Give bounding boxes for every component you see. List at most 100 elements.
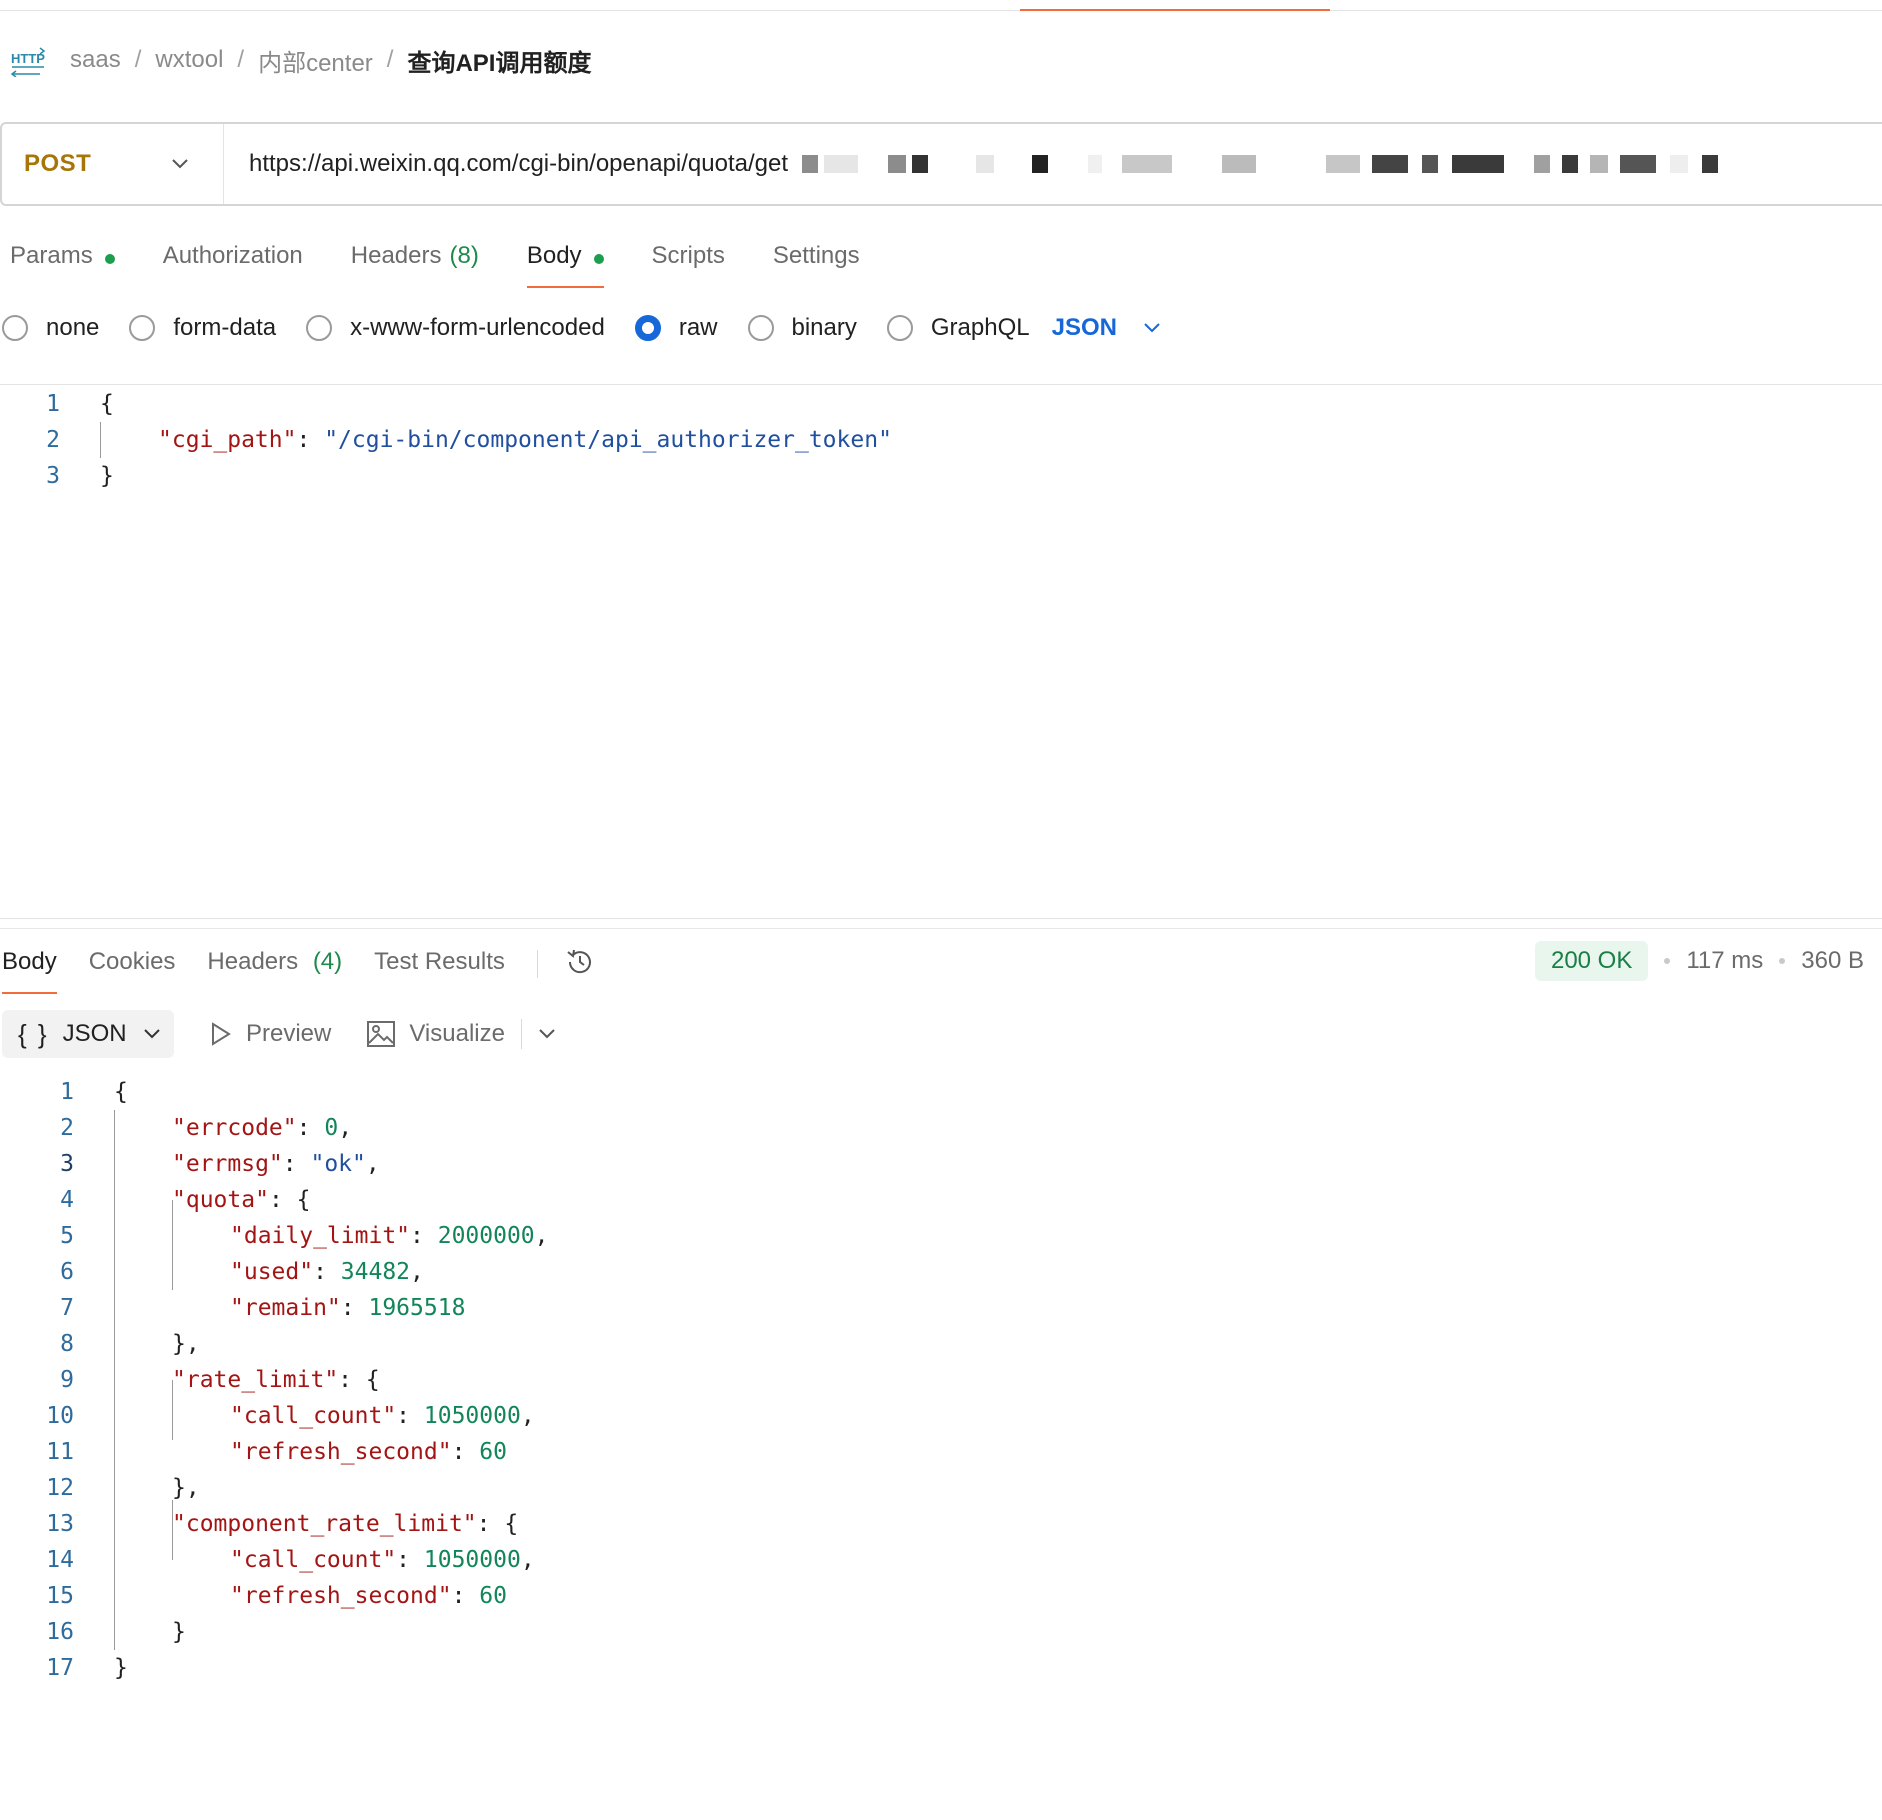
tab-cookies[interactable]: Cookies bbox=[89, 944, 176, 996]
breadcrumb-item-saas[interactable]: saas bbox=[70, 46, 121, 74]
tab-headers-label: Headers bbox=[350, 242, 442, 269]
params-active-dot bbox=[104, 254, 115, 264]
breadcrumb-item-wxtool[interactable]: wxtool bbox=[155, 46, 223, 74]
radio-button[interactable] bbox=[2, 315, 28, 341]
json-key: "refresh_second" bbox=[230, 1583, 452, 1609]
code-line: 3 "errmsg": "ok", bbox=[0, 1146, 380, 1182]
code-line: 10 "call_count": 1050000, bbox=[0, 1398, 535, 1434]
breadcrumb-item-center[interactable]: 内部center bbox=[258, 43, 373, 78]
json-key: "rate_limit" bbox=[172, 1367, 339, 1393]
json-brace: }, bbox=[172, 1331, 200, 1357]
radio-button[interactable] bbox=[747, 315, 774, 341]
radio-none[interactable]: none bbox=[2, 314, 99, 342]
response-body-viewer[interactable]: 1 { 2 "errcode": 0, 3 "errmsg": "ok", 4 … bbox=[0, 1074, 1882, 1694]
json-number: 2000000 bbox=[437, 1223, 535, 1249]
json-key: "call_count" bbox=[230, 1547, 397, 1573]
radio-button-checked[interactable] bbox=[634, 315, 661, 341]
chevron-down-icon[interactable] bbox=[538, 1028, 556, 1040]
code-line: 17 } bbox=[0, 1650, 128, 1686]
tab-settings[interactable]: Settings bbox=[773, 236, 860, 296]
line-number: 3 bbox=[60, 1151, 74, 1177]
divider bbox=[0, 928, 1882, 929]
status-badge[interactable]: 200 OK bbox=[1534, 941, 1649, 981]
chevron-down-icon bbox=[172, 159, 188, 169]
tab-headers[interactable]: Headers (8) bbox=[351, 236, 479, 296]
raw-language-select[interactable]: JSON bbox=[1052, 314, 1161, 342]
breadcrumb-separator: / bbox=[386, 46, 394, 73]
preview-label: Preview bbox=[246, 1020, 332, 1047]
url-input[interactable]: https://api.weixin.qq.com/cgi-bin/openap… bbox=[224, 150, 788, 178]
line-number: 10 bbox=[46, 1403, 74, 1429]
top-border bbox=[0, 10, 1882, 11]
json-colon: : bbox=[313, 1259, 341, 1285]
json-number: 34482 bbox=[340, 1259, 411, 1285]
redacted-url-segment bbox=[802, 124, 1724, 204]
tab-scripts[interactable]: Scripts bbox=[652, 236, 725, 296]
play-icon bbox=[212, 1022, 231, 1046]
tab-params[interactable]: Params bbox=[10, 236, 115, 296]
json-comma: , bbox=[520, 1547, 535, 1573]
line-number: 2 bbox=[46, 427, 60, 453]
code-line: 1 { bbox=[0, 386, 114, 422]
code-line: 2 "cgi_path": "/cgi-bin/component/api_au… bbox=[0, 422, 892, 458]
radio-button[interactable] bbox=[306, 315, 333, 341]
json-colon: : bbox=[396, 1403, 424, 1429]
json-comma: , bbox=[520, 1403, 535, 1429]
line-number: 7 bbox=[60, 1295, 74, 1321]
response-tabs: Body Cookies Headers (4) Test Results bbox=[2, 944, 596, 996]
response-size[interactable]: 360 B bbox=[1801, 947, 1864, 975]
response-time[interactable]: 117 ms bbox=[1686, 947, 1763, 975]
radio-raw[interactable]: raw bbox=[634, 314, 718, 342]
body-type-radio-group: none form-data x-www-form-urlencoded raw… bbox=[2, 312, 1161, 344]
history-icon[interactable] bbox=[564, 946, 596, 978]
braces-icon: { } bbox=[18, 1018, 49, 1049]
json-colon: : bbox=[296, 1115, 325, 1141]
line-number: 1 bbox=[46, 391, 60, 417]
request-tabs: Params Authorization Headers (8) Body Sc… bbox=[10, 236, 908, 296]
line-number: 9 bbox=[60, 1367, 74, 1393]
radio-graphql-label: GraphQL bbox=[930, 314, 1030, 341]
preview-button[interactable]: Preview bbox=[210, 1020, 331, 1048]
format-select[interactable]: { } JSON bbox=[2, 1010, 174, 1058]
json-comma: , bbox=[410, 1259, 424, 1285]
breadcrumb-separator: / bbox=[134, 46, 142, 73]
line-number: 17 bbox=[46, 1655, 74, 1681]
json-comma: , bbox=[534, 1223, 549, 1249]
tab-response-body[interactable]: Body bbox=[2, 944, 57, 996]
json-brace: } bbox=[100, 463, 114, 489]
request-body-editor[interactable]: 1 { 2 "cgi_path": "/cgi-bin/component/ap… bbox=[0, 386, 1882, 896]
line-number: 15 bbox=[46, 1583, 74, 1609]
line-number: 11 bbox=[46, 1439, 74, 1465]
code-line: 5 "daily_limit": 2000000, bbox=[0, 1218, 549, 1254]
tab-authorization[interactable]: Authorization bbox=[163, 236, 303, 296]
line-number: 12 bbox=[46, 1475, 74, 1501]
json-colon: : bbox=[296, 427, 325, 453]
divider bbox=[0, 384, 1882, 385]
tab-body-label: Body bbox=[526, 242, 582, 269]
radio-urlencoded[interactable]: x-www-form-urlencoded bbox=[306, 314, 605, 342]
request-title[interactable]: 查询API调用额度 bbox=[407, 43, 591, 78]
radio-binary[interactable]: binary bbox=[747, 314, 857, 342]
code-line: 14 "call_count": 1050000, bbox=[0, 1542, 535, 1578]
code-line: 15 "refresh_second": 60 bbox=[0, 1578, 507, 1614]
response-toolbar: { } JSON Preview Visualize bbox=[2, 1010, 556, 1058]
tab-authorization-label: Authorization bbox=[162, 242, 303, 269]
json-string: "/cgi-bin/component/api_authorizer_token… bbox=[324, 427, 892, 453]
tab-settings-label: Settings bbox=[772, 242, 860, 269]
meta-separator bbox=[1779, 958, 1786, 964]
radio-button[interactable] bbox=[886, 315, 913, 341]
method-select[interactable]: POST bbox=[2, 124, 224, 204]
url-bar: POST https://api.weixin.qq.com/cgi-bin/o… bbox=[0, 122, 1882, 206]
json-key: "used" bbox=[230, 1259, 314, 1285]
tab-response-headers[interactable]: Headers (4) bbox=[207, 944, 342, 996]
active-tab-indicator bbox=[1020, 9, 1330, 11]
radio-button[interactable] bbox=[129, 315, 156, 341]
radio-form-data[interactable]: form-data bbox=[129, 314, 276, 342]
json-string: "ok" bbox=[310, 1151, 366, 1177]
tab-test-results[interactable]: Test Results bbox=[374, 944, 505, 996]
radio-graphql[interactable]: GraphQL bbox=[886, 314, 1030, 342]
json-colon-brace: : { bbox=[268, 1187, 311, 1213]
chevron-down-icon bbox=[143, 1029, 160, 1039]
tab-body[interactable]: Body bbox=[526, 236, 604, 296]
visualize-button[interactable]: Visualize bbox=[367, 1020, 505, 1048]
